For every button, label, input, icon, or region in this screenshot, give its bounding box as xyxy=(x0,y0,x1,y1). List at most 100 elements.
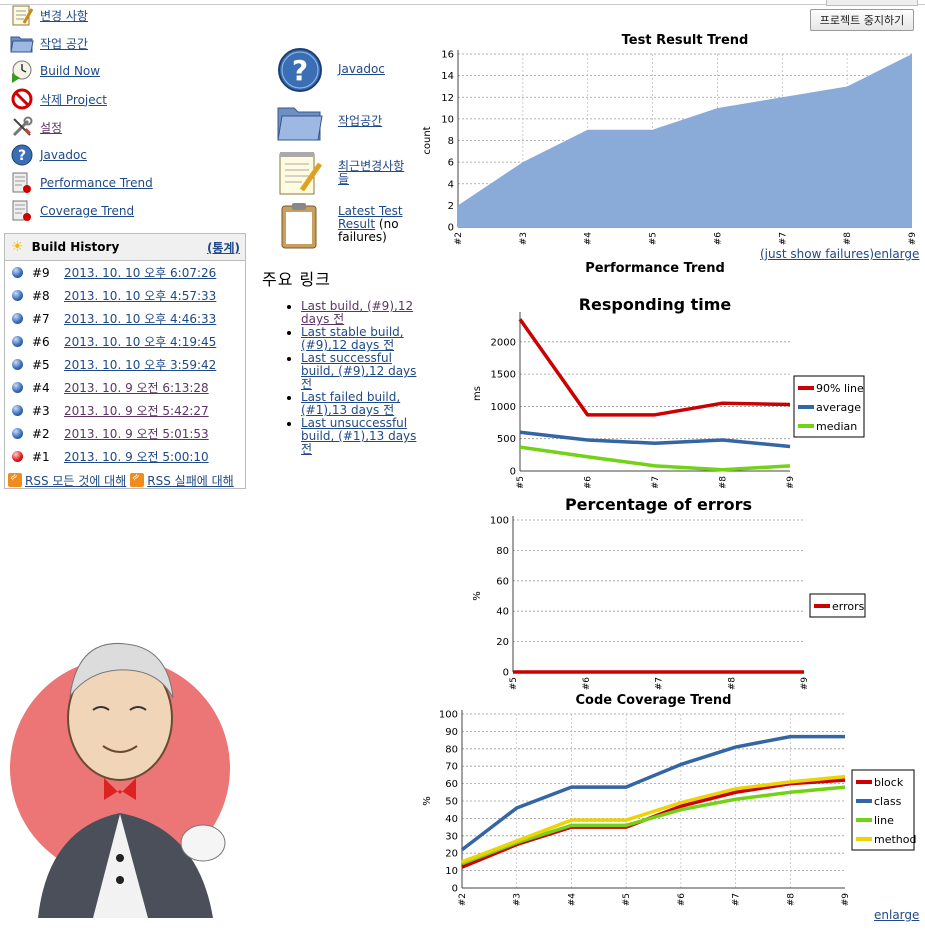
build-number: #6 xyxy=(32,334,50,349)
permalink-link[interactable]: Last stable build, (#9),12 days 전 xyxy=(301,325,404,352)
chart-title: Test Result Trend xyxy=(622,33,749,48)
permalink-link[interactable]: Last unsuccessful build, (#1),13 days 전 xyxy=(301,416,416,456)
y-tick-label: 20 xyxy=(445,849,458,860)
task-performance-trend[interactable]: Performance Trend xyxy=(10,171,153,195)
task-label[interactable]: Javadoc xyxy=(40,148,87,162)
build-history-trend-link[interactable]: (통계) xyxy=(207,239,240,256)
permalink-link[interactable]: Last build, (#9),12 days 전 xyxy=(301,299,413,326)
disable-project-button[interactable]: 프로젝트 중지하기 xyxy=(810,9,914,31)
x-tick-label: #6 xyxy=(584,476,594,488)
graph-icon xyxy=(10,199,34,223)
task-configure[interactable]: 설정 xyxy=(10,115,62,139)
x-tick-label: #6 xyxy=(582,677,592,690)
y-tick-label: 10 xyxy=(445,866,458,877)
task-label[interactable]: 삭제 Project xyxy=(40,91,107,108)
no-entry-icon xyxy=(10,87,34,111)
permalink-link[interactable]: Last successful build, (#9),12 days 전 xyxy=(301,351,416,391)
notepad-icon xyxy=(276,150,324,198)
permalink-link[interactable]: Last failed build, (#1),13 days 전 xyxy=(301,390,400,417)
build-status-ball-icon[interactable] xyxy=(12,336,23,347)
task-javadoc[interactable]: ? Javadoc xyxy=(10,143,87,167)
task-coverage-trend[interactable]: Coverage Trend xyxy=(10,199,134,223)
build-date-link[interactable]: 2013. 10. 9 오전 5:42:27 xyxy=(64,402,209,419)
y-tick-label: 100 xyxy=(490,516,509,527)
svg-text:?: ? xyxy=(292,54,308,87)
task-label[interactable]: Build Now xyxy=(40,64,100,78)
build-date-link[interactable]: 2013. 10. 9 오전 5:00:10 xyxy=(64,448,209,465)
y-tick-label: 500 xyxy=(497,434,516,445)
task-label[interactable]: Performance Trend xyxy=(40,176,153,190)
y-tick-label: 0 xyxy=(510,467,516,478)
build-number: #8 xyxy=(32,288,50,303)
x-tick-label: #9 xyxy=(800,677,810,690)
y-tick-label: 100 xyxy=(439,710,458,721)
build-history-row: #9 2013. 10. 10 오후 6:07:26 xyxy=(5,261,245,284)
build-number: #3 xyxy=(32,403,50,418)
build-history-list: #9 2013. 10. 10 오후 6:07:26 #8 2013. 10. 10 … xyxy=(5,261,245,468)
build-status-ball-icon[interactable] xyxy=(12,382,23,393)
y-tick-label: 2 xyxy=(448,201,454,212)
build-status-ball-icon[interactable] xyxy=(12,359,23,370)
legend-label: average xyxy=(816,401,861,414)
build-number: #9 xyxy=(32,265,50,280)
build-status-ball-icon[interactable] xyxy=(12,428,23,439)
clock-play-icon xyxy=(10,59,34,83)
javadoc-link-label[interactable]: Javadoc xyxy=(338,63,410,76)
recent-changes-link-label[interactable]: 최근변경사항 들 xyxy=(338,160,410,186)
build-date-link[interactable]: 2013. 10. 9 오전 5:01:53 xyxy=(64,425,209,442)
build-status-ball-icon[interactable] xyxy=(12,267,23,278)
x-tick-label: #5 xyxy=(509,677,519,690)
rss-all-link[interactable]: RSS 모든 것에 대해 xyxy=(25,472,126,489)
build-status-ball-icon[interactable] xyxy=(12,313,23,324)
recent-changes-link[interactable]: 최근변경사항 들 xyxy=(276,150,410,198)
workspace-link-label[interactable]: 작업공간 xyxy=(338,115,410,128)
y-tick-label: 50 xyxy=(445,797,458,808)
rss-icon xyxy=(130,473,145,487)
legend-label: median xyxy=(816,420,857,433)
y-tick-label: 70 xyxy=(445,762,458,773)
task-workspace[interactable]: 작업 공간 xyxy=(10,31,88,55)
rss-icon xyxy=(8,473,22,487)
task-label[interactable]: 변경 사항 xyxy=(40,7,88,24)
series-line-line xyxy=(461,785,846,866)
code-coverage-chart[interactable]: Code Coverage Trend 0 10 20 30 40 50 60 70 80 90 10… xyxy=(418,690,923,908)
series-line-median xyxy=(519,445,791,472)
x-tick-label: #9 xyxy=(786,476,796,488)
enlarge-link[interactable]: enlarge xyxy=(874,247,919,261)
build-number: #2 xyxy=(32,426,50,441)
permalink-item: Last unsuccessful build, (#1),13 days 전 xyxy=(287,416,421,456)
build-status-ball-icon[interactable] xyxy=(12,451,23,462)
top-edge-button[interactable] xyxy=(826,0,918,6)
build-date-link[interactable]: 2013. 10. 10 오후 3:59:42 xyxy=(64,356,216,373)
task-label[interactable]: 작업 공간 xyxy=(40,35,88,52)
test-result-trend-chart[interactable]: Test Result Trend 0 2 4 6 8 10 12 14 16 #2 #3 #4 #5 #6… xyxy=(418,30,918,248)
workspace-link[interactable]: 작업공간 xyxy=(276,98,410,146)
task-build-now[interactable]: Build Now xyxy=(10,59,100,83)
build-date-link[interactable]: 2013. 10. 10 오후 6:07:26 xyxy=(64,264,216,281)
latest-test-result-link[interactable]: Latest Test Result (no failures) xyxy=(276,202,418,250)
permalink-item: Last build, (#9),12 days 전 xyxy=(287,299,421,326)
build-date-link[interactable]: 2013. 10. 10 오후 4:57:33 xyxy=(64,287,216,304)
task-label[interactable]: 설정 xyxy=(40,119,62,136)
enlarge-link[interactable]: enlarge xyxy=(874,908,919,922)
build-date-link[interactable]: 2013. 10. 10 오후 4:19:45 xyxy=(64,333,216,350)
build-date-link[interactable]: 2013. 10. 9 오전 6:13:28 xyxy=(64,379,209,396)
build-status-ball-icon[interactable] xyxy=(12,405,23,416)
build-date-link[interactable]: 2013. 10. 10 오후 4:46:33 xyxy=(64,310,216,327)
x-tick-label: #8 xyxy=(727,677,737,690)
y-tick-label: 0 xyxy=(452,884,458,895)
permalinks-list: Last build, (#9),12 days 전 Last stable bu… xyxy=(287,299,421,456)
task-changes[interactable]: 변경 사항 xyxy=(10,3,88,27)
x-tick-label: #2 xyxy=(458,893,468,906)
folder-icon xyxy=(276,98,324,146)
x-tick-label: #6 xyxy=(677,893,687,907)
javadoc-link[interactable]: ? Javadoc xyxy=(276,46,410,94)
svg-text:?: ? xyxy=(18,148,26,164)
build-status-ball-icon[interactable] xyxy=(12,290,23,301)
permalink-item: Last stable build, (#9),12 days 전 xyxy=(287,325,421,352)
rss-failed-link[interactable]: RSS 실패에 대해 xyxy=(147,472,233,489)
task-label[interactable]: Coverage Trend xyxy=(40,204,134,218)
task-delete-project[interactable]: 삭제 Project xyxy=(10,87,107,111)
permalink-item: Last successful build, (#9),12 days 전 xyxy=(287,351,421,391)
y-tick-label: 80 xyxy=(445,744,458,755)
